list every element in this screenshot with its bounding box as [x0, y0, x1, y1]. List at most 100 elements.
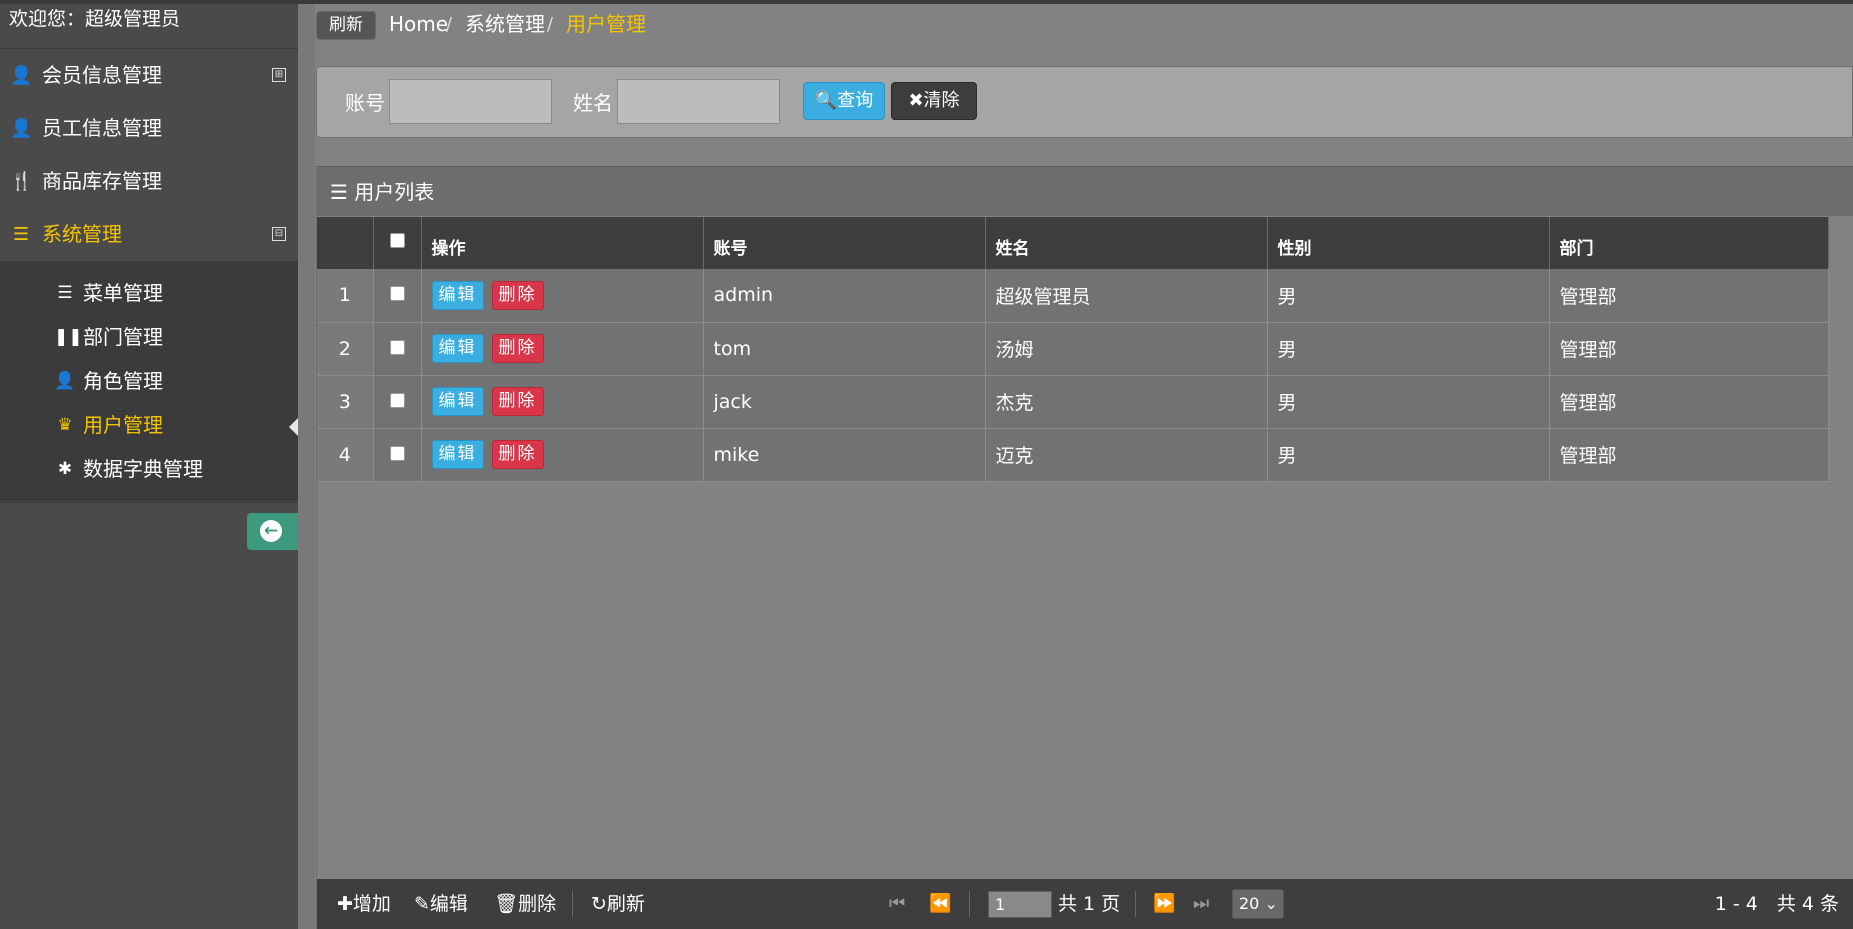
cell-gender: 男 — [1267, 428, 1550, 482]
cell-gender: 男 — [1267, 322, 1550, 376]
edit-row-button[interactable]: 编辑 — [431, 280, 484, 310]
trash-icon: 🗑 — [494, 893, 519, 915]
page-number-input[interactable]: 1 — [988, 891, 1052, 918]
submenu-item-menu[interactable]: ☰ 菜单管理 — [0, 271, 298, 315]
search-panel: 账号 姓名 🔍查询 ✖清除 — [316, 66, 1853, 138]
pager-divider — [1135, 891, 1136, 917]
submenu-item-dictionary[interactable]: ✱ 数据字典管理 — [0, 447, 298, 491]
king-icon: ♛ — [57, 415, 73, 435]
row-checkbox-cell — [373, 322, 422, 376]
user-table: 操作 账号 姓名 性别 部门 1 编辑 删除 admin 超级管理员 男 管理部 … — [317, 217, 1829, 482]
submenu-item-label: 数据字典管理 — [83, 457, 203, 481]
cell-department: 管理部 — [1549, 428, 1829, 482]
expand-icon[interactable]: ⊞ — [272, 68, 286, 82]
layout-splitter[interactable] — [298, 4, 315, 929]
column-header-account[interactable]: 账号 — [703, 217, 986, 269]
search-icon: 🔍 — [814, 90, 838, 111]
cell-department: 管理部 — [1549, 375, 1829, 429]
clear-button-label: 清除 — [923, 90, 960, 111]
add-button[interactable]: ✚增加 — [337, 892, 391, 916]
prev-page-icon[interactable]: ⏪ — [929, 892, 951, 916]
menu-item-system[interactable]: ☰ 系统管理 ⊟ — [0, 208, 298, 261]
menu-item-employee[interactable]: 👤 员工信息管理 — [0, 102, 298, 155]
row-actions: 编辑 删除 — [421, 375, 704, 429]
row-checkbox[interactable] — [389, 392, 405, 408]
list-icon: ☰ — [330, 180, 348, 204]
submenu-item-label: 用户管理 — [83, 413, 163, 437]
row-checkbox[interactable] — [389, 286, 405, 302]
table-row[interactable]: 2 编辑 删除 tom 汤姆 男 管理部 — [317, 322, 1829, 376]
menu-item-label: 员工信息管理 — [42, 116, 162, 140]
delete-row-button[interactable]: 删除 — [491, 440, 544, 469]
select-all-checkbox[interactable] — [389, 233, 405, 248]
submenu-item-user[interactable]: ♛ 用户管理 — [0, 403, 298, 447]
menu-item-member[interactable]: 👤 会员信息管理 ⊞ — [0, 49, 298, 102]
row-checkbox-cell — [373, 375, 422, 429]
edit-button-label: 编辑 — [429, 893, 468, 915]
edit-row-button[interactable]: 编辑 — [431, 440, 484, 469]
active-caret-icon — [289, 418, 298, 436]
record-summary: 1 - 4 共 4 条 — [1714, 893, 1839, 915]
pause-icon: ❚❚ — [54, 327, 83, 347]
cell-name: 杰克 — [985, 375, 1268, 429]
refresh-tab-button[interactable]: 刷新 — [316, 11, 376, 40]
submenu-item-department[interactable]: ❚❚ 部门管理 — [0, 315, 298, 359]
column-header-department[interactable]: 部门 — [1549, 217, 1829, 269]
refresh-button-label: 刷新 — [606, 893, 645, 915]
query-button[interactable]: 🔍查询 — [803, 82, 885, 120]
next-page-icon[interactable]: ⏩ — [1153, 892, 1175, 916]
page-size-select[interactable]: 20 ⌄ — [1232, 889, 1284, 919]
breadcrumb-system[interactable]: 系统管理 — [465, 11, 545, 38]
user-icon: 👤 — [10, 65, 33, 86]
breadcrumb-home[interactable]: Home — [389, 11, 448, 38]
menu-item-inventory[interactable]: 🍴 商品库存管理 — [0, 155, 298, 208]
row-checkbox[interactable] — [389, 445, 405, 461]
name-input[interactable] — [617, 79, 780, 124]
edit-row-button[interactable]: 编辑 — [431, 387, 484, 416]
grid-title: ☰ 用户列表 — [317, 166, 1853, 216]
rownum-header — [317, 217, 374, 269]
delete-row-button[interactable]: 删除 — [491, 334, 544, 363]
table-row[interactable]: 1 编辑 删除 admin 超级管理员 男 管理部 — [317, 269, 1829, 323]
refresh-button[interactable]: ↻刷新 — [591, 892, 645, 916]
user-grid-panel: ☰ 用户列表 操作 账号 姓名 性别 部门 1 编辑 删除 admin 超级管理… — [316, 166, 1853, 929]
column-header-name[interactable]: 姓名 — [985, 217, 1268, 269]
delete-row-button[interactable]: 删除 — [491, 280, 544, 310]
chevron-down-icon: ⌄ — [1264, 894, 1278, 913]
welcome-text: 欢迎您：超级管理员 — [0, 4, 298, 49]
cell-account: tom — [703, 322, 986, 376]
table-row[interactable]: 3 编辑 删除 jack 杰克 男 管理部 — [317, 375, 1829, 429]
cell-account: jack — [703, 375, 986, 429]
menu-item-label: 系统管理 — [42, 222, 122, 246]
menu-item-label: 会员信息管理 — [42, 63, 162, 87]
cell-name: 迈克 — [985, 428, 1268, 482]
column-header-gender[interactable]: 性别 — [1267, 217, 1550, 269]
divider — [0, 502, 298, 503]
cell-department: 管理部 — [1549, 269, 1829, 323]
delete-button[interactable]: 🗑删除 — [494, 892, 556, 916]
arrow-left-circle-icon: ← — [260, 520, 282, 542]
breadcrumb-separator: / — [547, 14, 554, 35]
edit-button[interactable]: ✎编辑 — [414, 892, 468, 916]
breadcrumb-separator: / — [446, 14, 453, 35]
collapse-icon[interactable]: ⊟ — [272, 227, 286, 241]
cell-account: mike — [703, 428, 986, 482]
table-row[interactable]: 4 编辑 删除 mike 迈克 男 管理部 — [317, 428, 1829, 482]
first-page-icon[interactable]: ⏮ — [889, 892, 905, 916]
breadcrumb: 刷新 Home / 系统管理 / 用户管理 — [316, 4, 1853, 44]
cell-department: 管理部 — [1549, 322, 1829, 376]
grid-title-text: 用户列表 — [354, 180, 435, 204]
sidebar-collapse-button[interactable]: ← — [247, 513, 298, 550]
list-icon: ☰ — [57, 283, 73, 303]
row-checkbox[interactable] — [389, 339, 405, 355]
edit-row-button[interactable]: 编辑 — [431, 334, 484, 363]
submenu-item-label: 部门管理 — [83, 325, 163, 349]
row-actions: 编辑 删除 — [421, 269, 704, 323]
menu-item-label: 商品库存管理 — [42, 169, 162, 193]
delete-row-button[interactable]: 删除 — [491, 387, 544, 416]
submenu-item-role[interactable]: 👤 角色管理 — [0, 359, 298, 403]
last-page-icon[interactable]: ⏭ — [1193, 892, 1209, 916]
account-input[interactable] — [389, 79, 552, 124]
clear-button[interactable]: ✖清除 — [891, 82, 977, 120]
row-checkbox-cell — [373, 269, 422, 323]
